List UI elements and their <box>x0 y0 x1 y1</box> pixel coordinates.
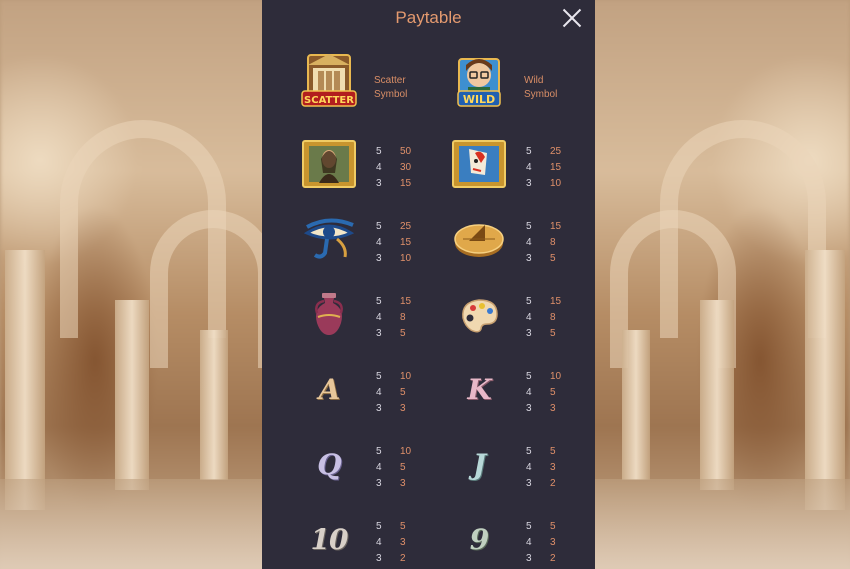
payout-list: 5 10 45 33 <box>526 371 562 414</box>
payout-list: 5 10 45 33 <box>376 371 412 414</box>
symbol-cell-abstract-portrait: 5 25 4 15 3 10 <box>440 134 590 194</box>
paytable-row: 5 15 48 35 5 15 48 35 <box>262 284 595 344</box>
payout-list: 55 43 32 <box>526 521 556 564</box>
paytable-panel[interactable]: Paytable SCATTER Scatter Symbol WILD Wil… <box>262 0 595 569</box>
paytable-row-special: SCATTER Scatter Symbol WILD Wild Symbol <box>262 52 595 112</box>
wild-symbol-icon: WILD <box>448 58 510 107</box>
abstract-portrait-painting-icon <box>448 140 510 188</box>
payout-list: 5 25 4 15 3 10 <box>376 221 412 264</box>
wild-cell: WILD Wild Symbol <box>440 52 590 112</box>
number-10-icon: 10 <box>310 522 349 556</box>
svg-text:SCATTER: SCATTER <box>304 95 354 106</box>
background-pillar <box>5 250 45 510</box>
payout-list: 5 50 4 30 3 15 <box>376 146 412 189</box>
symbol-cell-palette: 5 15 48 35 <box>440 284 590 344</box>
symbol-cell-k: K 5 10 45 33 <box>440 359 590 419</box>
scatter-cell: SCATTER Scatter Symbol <box>290 52 440 112</box>
letter-j-icon: J <box>472 447 486 481</box>
eye-of-horus-icon <box>298 215 360 263</box>
symbol-cell-a: A 5 10 45 33 <box>290 359 440 419</box>
number-9-icon: 9 <box>469 522 489 556</box>
symbol-cell-9: 9 55 43 32 <box>440 509 590 569</box>
paytable-row: Q 5 10 45 33 J 55 43 32 <box>262 434 595 494</box>
amphora-vase-icon <box>298 290 360 338</box>
letter-k-icon: K <box>467 372 491 406</box>
page-title: Paytable <box>395 8 462 27</box>
symbol-cell-amphora: 5 15 48 35 <box>290 284 440 344</box>
payout-list: 5 25 4 15 3 10 <box>526 146 562 189</box>
background-pillar <box>700 300 734 490</box>
background-pillar <box>622 330 650 480</box>
paint-palette-icon <box>448 290 510 338</box>
symbol-cell-eye-of-horus: 5 25 4 15 3 10 <box>290 209 440 269</box>
mona-lisa-painting-icon <box>298 140 360 188</box>
close-icon[interactable] <box>562 8 582 28</box>
payout-list: 5 15 48 35 <box>376 296 412 339</box>
sundial-icon <box>448 215 510 263</box>
background-pillar <box>200 330 228 480</box>
scatter-description: Scatter Symbol <box>374 75 408 100</box>
paytable-row: A 5 10 45 33 K 5 10 45 33 <box>262 359 595 419</box>
wild-description: Wild Symbol <box>524 75 558 100</box>
symbol-cell-mona-lisa: 5 50 4 30 3 15 <box>290 134 440 194</box>
symbol-cell-j: J 55 43 32 <box>440 434 590 494</box>
payout-list: 55 43 32 <box>376 521 406 564</box>
letter-q-icon: Q <box>317 447 341 481</box>
payout-list: 5 15 48 35 <box>526 296 562 339</box>
payout-list: 55 43 32 <box>526 446 556 489</box>
symbol-cell-10: 10 55 43 32 <box>290 509 440 569</box>
scatter-symbol-icon: SCATTER <box>298 54 360 107</box>
payout-list: 5 15 48 35 <box>526 221 562 264</box>
letter-a-icon: A <box>318 372 341 406</box>
symbol-cell-sundial: 5 15 48 35 <box>440 209 590 269</box>
paytable-row: 5 50 4 30 3 15 5 25 4 15 3 10 <box>262 134 595 194</box>
symbol-cell-q: Q 5 10 45 33 <box>290 434 440 494</box>
paytable-row: 5 25 4 15 3 10 5 15 48 35 <box>262 209 595 269</box>
paytable-row: 10 55 43 32 9 55 43 32 <box>262 509 595 569</box>
background-pillar <box>115 300 149 490</box>
payout-list: 5 10 45 33 <box>376 446 412 489</box>
svg-text:WILD: WILD <box>463 93 495 106</box>
background-pillar <box>805 250 845 510</box>
